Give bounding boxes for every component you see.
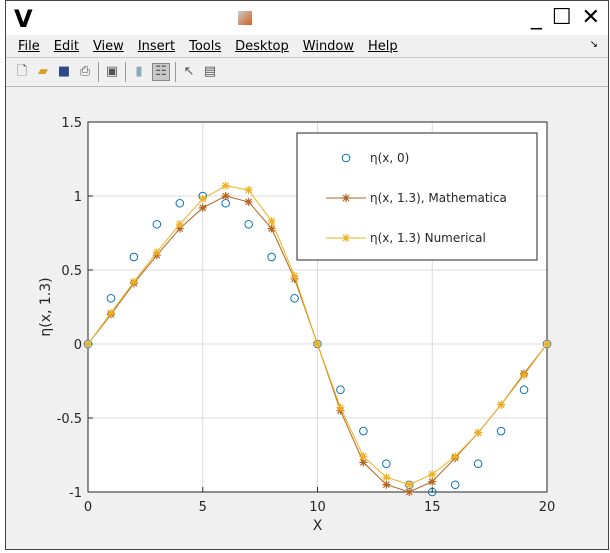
- x-tick-label: 20: [539, 500, 556, 515]
- x-tick-label: 10: [309, 500, 326, 515]
- x-axis-label: X: [313, 518, 323, 534]
- data-point-1: [244, 197, 253, 206]
- data-point-2: [129, 277, 138, 286]
- data-point-2: [84, 340, 92, 348]
- data-point-1: [428, 477, 437, 486]
- y-tick-label: 0.5: [61, 264, 82, 279]
- data-point-2: [267, 217, 276, 226]
- data-point-2: [543, 340, 551, 348]
- data-point-2: [497, 400, 506, 409]
- data-point-1: [198, 203, 207, 212]
- plot-axes: 0 5 10 15 20 -1 -0.5 0 0.5 1 1.5 Xη(x, 1.3) η(x, 0) η…: [38, 116, 556, 534]
- data-point-2: [359, 452, 368, 461]
- legend-label-0: η(x, 0): [370, 151, 409, 165]
- legend-label-2: η(x, 1.3) Numerical: [370, 231, 486, 245]
- x-tick-label: 5: [199, 500, 207, 515]
- data-point-2: [290, 271, 299, 280]
- data-point-2: [313, 340, 322, 348]
- y-axis-label: η(x, 1.3): [38, 277, 54, 336]
- data-point-2: [520, 371, 529, 380]
- data-point-2: [175, 220, 184, 229]
- data-point-2: [221, 181, 230, 190]
- y-tick-label: 1: [74, 190, 82, 205]
- x-tick-label: 15: [424, 500, 441, 515]
- data-point-2: [336, 403, 345, 412]
- data-point-2: [198, 194, 207, 203]
- legend-marker-2: [342, 234, 350, 242]
- y-tick-label: -0.5: [57, 412, 82, 427]
- data-point-2: [405, 480, 414, 489]
- data-point-2: [382, 473, 391, 482]
- legend-label-1: η(x, 1.3), Mathematica: [370, 191, 507, 205]
- x-tick-label: 0: [84, 500, 92, 515]
- legend-marker-1: [342, 194, 350, 202]
- data-point-2: [428, 470, 437, 479]
- data-point-1: [221, 192, 230, 200]
- data-point-2: [152, 248, 161, 257]
- data-point-2: [244, 186, 253, 195]
- y-tick-label: 1.5: [61, 116, 82, 131]
- data-point-1: [405, 488, 414, 496]
- y-tick-label: 0: [74, 338, 82, 353]
- data-point-2: [106, 308, 115, 317]
- y-tick-label: -1: [69, 486, 82, 501]
- data-point-2: [474, 428, 483, 437]
- data-point-1: [382, 480, 391, 489]
- data-point-2: [451, 452, 460, 461]
